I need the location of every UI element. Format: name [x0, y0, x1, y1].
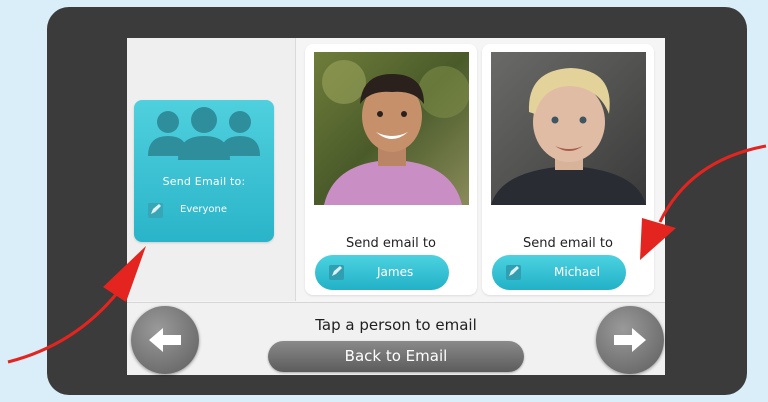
contact-name: Michael [554, 265, 600, 279]
instruction-text: Tap a person to email [315, 316, 477, 334]
arrow-right-icon [614, 328, 646, 352]
app-screen: Send Email to: Everyone Send email to Ja… [127, 38, 665, 375]
contacts-pane: Send email to James Send email to Michae… [296, 38, 665, 301]
send-email-label: Send email to [346, 236, 436, 251]
back-to-email-button[interactable]: Back to Email [268, 341, 524, 372]
michael-photo[interactable] [491, 52, 646, 205]
contact-name: James [377, 265, 414, 279]
next-button[interactable] [596, 306, 664, 374]
send-email-to-title: Send Email to: [162, 175, 246, 188]
send-to-everyone-card[interactable]: Send Email to: Everyone [134, 100, 274, 242]
group-pane: Send Email to: Everyone [127, 38, 296, 301]
edit-checkbox-icon [506, 265, 521, 280]
contact-card-michael[interactable]: Send email to Michael [482, 44, 654, 295]
email-james-button[interactable]: James [315, 255, 449, 290]
edit-checkbox-icon [329, 265, 344, 280]
previous-button[interactable] [131, 306, 199, 374]
send-email-label: Send email to [523, 236, 613, 251]
footer-bar: Tap a person to email Back to Email [127, 302, 665, 375]
contact-card-james[interactable]: Send email to James [305, 44, 477, 295]
edit-checkbox-icon[interactable] [148, 203, 163, 218]
james-photo[interactable] [314, 52, 469, 205]
email-michael-button[interactable]: Michael [492, 255, 626, 290]
everyone-label: Everyone [180, 204, 228, 215]
group-icon [148, 107, 260, 160]
arrow-left-icon [149, 328, 181, 352]
